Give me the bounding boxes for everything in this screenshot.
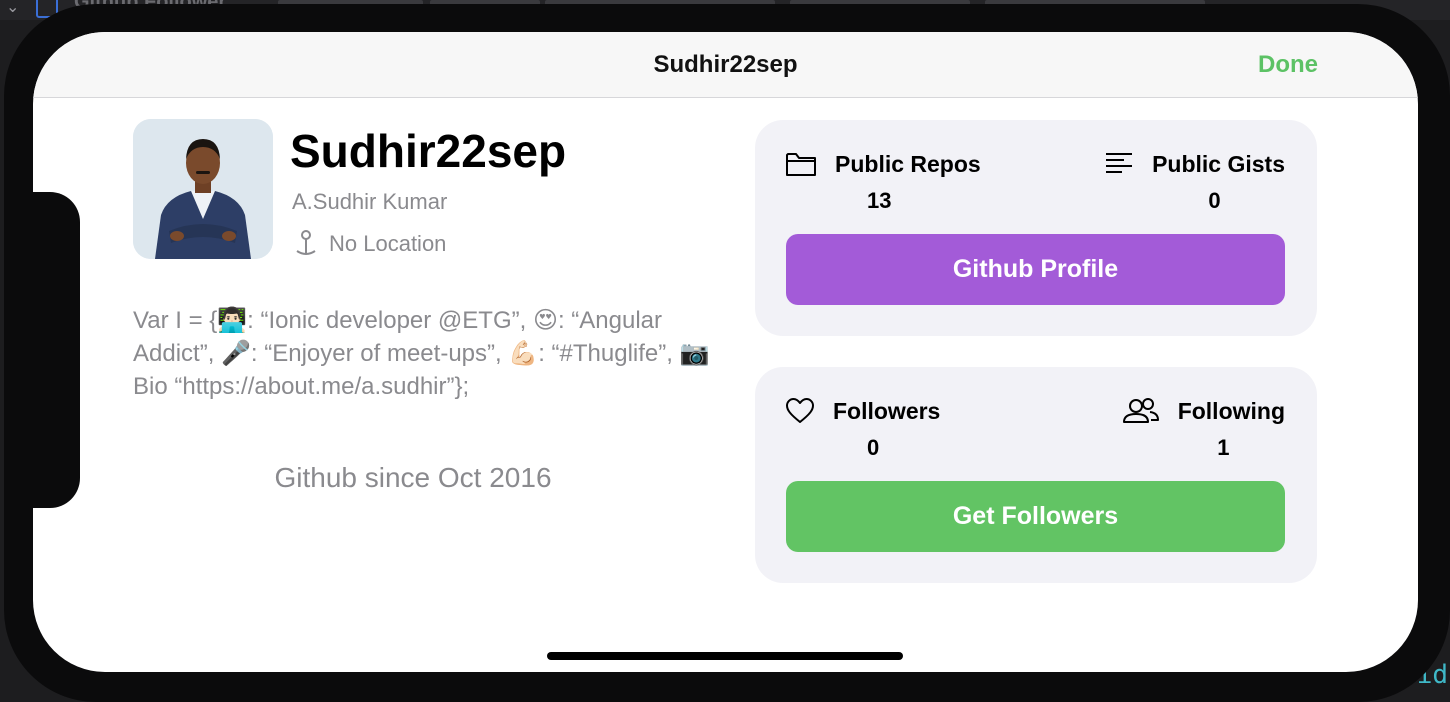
get-followers-button[interactable]: Get Followers	[786, 481, 1285, 552]
folder-icon	[786, 153, 816, 176]
nav-title: Sudhir22sep	[653, 51, 798, 78]
done-button[interactable]: Done	[1258, 51, 1318, 79]
person-2-icon	[1122, 398, 1159, 423]
profile-full-name: A.Sudhir Kumar	[292, 189, 448, 214]
public-gists-label: Public Gists	[1152, 150, 1285, 177]
profile-bio: Var I = {👨🏻‍💻: “Ionic developer @ETG”, 😍…	[133, 307, 710, 400]
profile-username: Sudhir22sep	[290, 125, 567, 177]
followers-card: Followers 0 Following 1 Get Followers	[755, 367, 1317, 583]
location-text: No Location	[329, 231, 447, 256]
text-align-left-icon	[1106, 153, 1133, 173]
github-profile-button[interactable]: Github Profile	[786, 234, 1285, 305]
public-gists-stat: Public Gists 0	[1104, 150, 1285, 214]
location-row: No Location	[291, 229, 446, 259]
repos-card: Public Repos 13 Public Gists 0 Github Pr…	[755, 120, 1317, 336]
github-since-text: Github since Oct 2016	[274, 462, 552, 493]
following-stat: Following 1	[1122, 397, 1285, 461]
public-repos-stat: Public Repos 13	[785, 150, 981, 214]
avatar	[133, 119, 273, 259]
followers-label: Followers	[833, 397, 941, 424]
public-repos-value: 13	[867, 188, 892, 213]
avatar-photo	[133, 119, 273, 259]
simulator-screen: Sudhir22sep Done Sudhir22sep A.Sudhir Ku…	[33, 32, 1418, 672]
following-value: 1	[1217, 435, 1230, 460]
navigation-bar: Sudhir22sep Done	[33, 32, 1418, 98]
followers-stat: Followers 0	[785, 397, 940, 461]
home-indicator[interactable]	[547, 652, 903, 660]
map-pin-icon	[296, 230, 316, 255]
public-repos-label: Public Repos	[835, 150, 981, 177]
followers-value: 0	[867, 435, 880, 460]
heart-icon	[786, 398, 814, 423]
following-label: Following	[1177, 397, 1285, 424]
public-gists-value: 0	[1208, 188, 1221, 213]
device-notch	[32, 192, 80, 508]
chevron-down-icon: ⌄	[6, 0, 20, 16]
